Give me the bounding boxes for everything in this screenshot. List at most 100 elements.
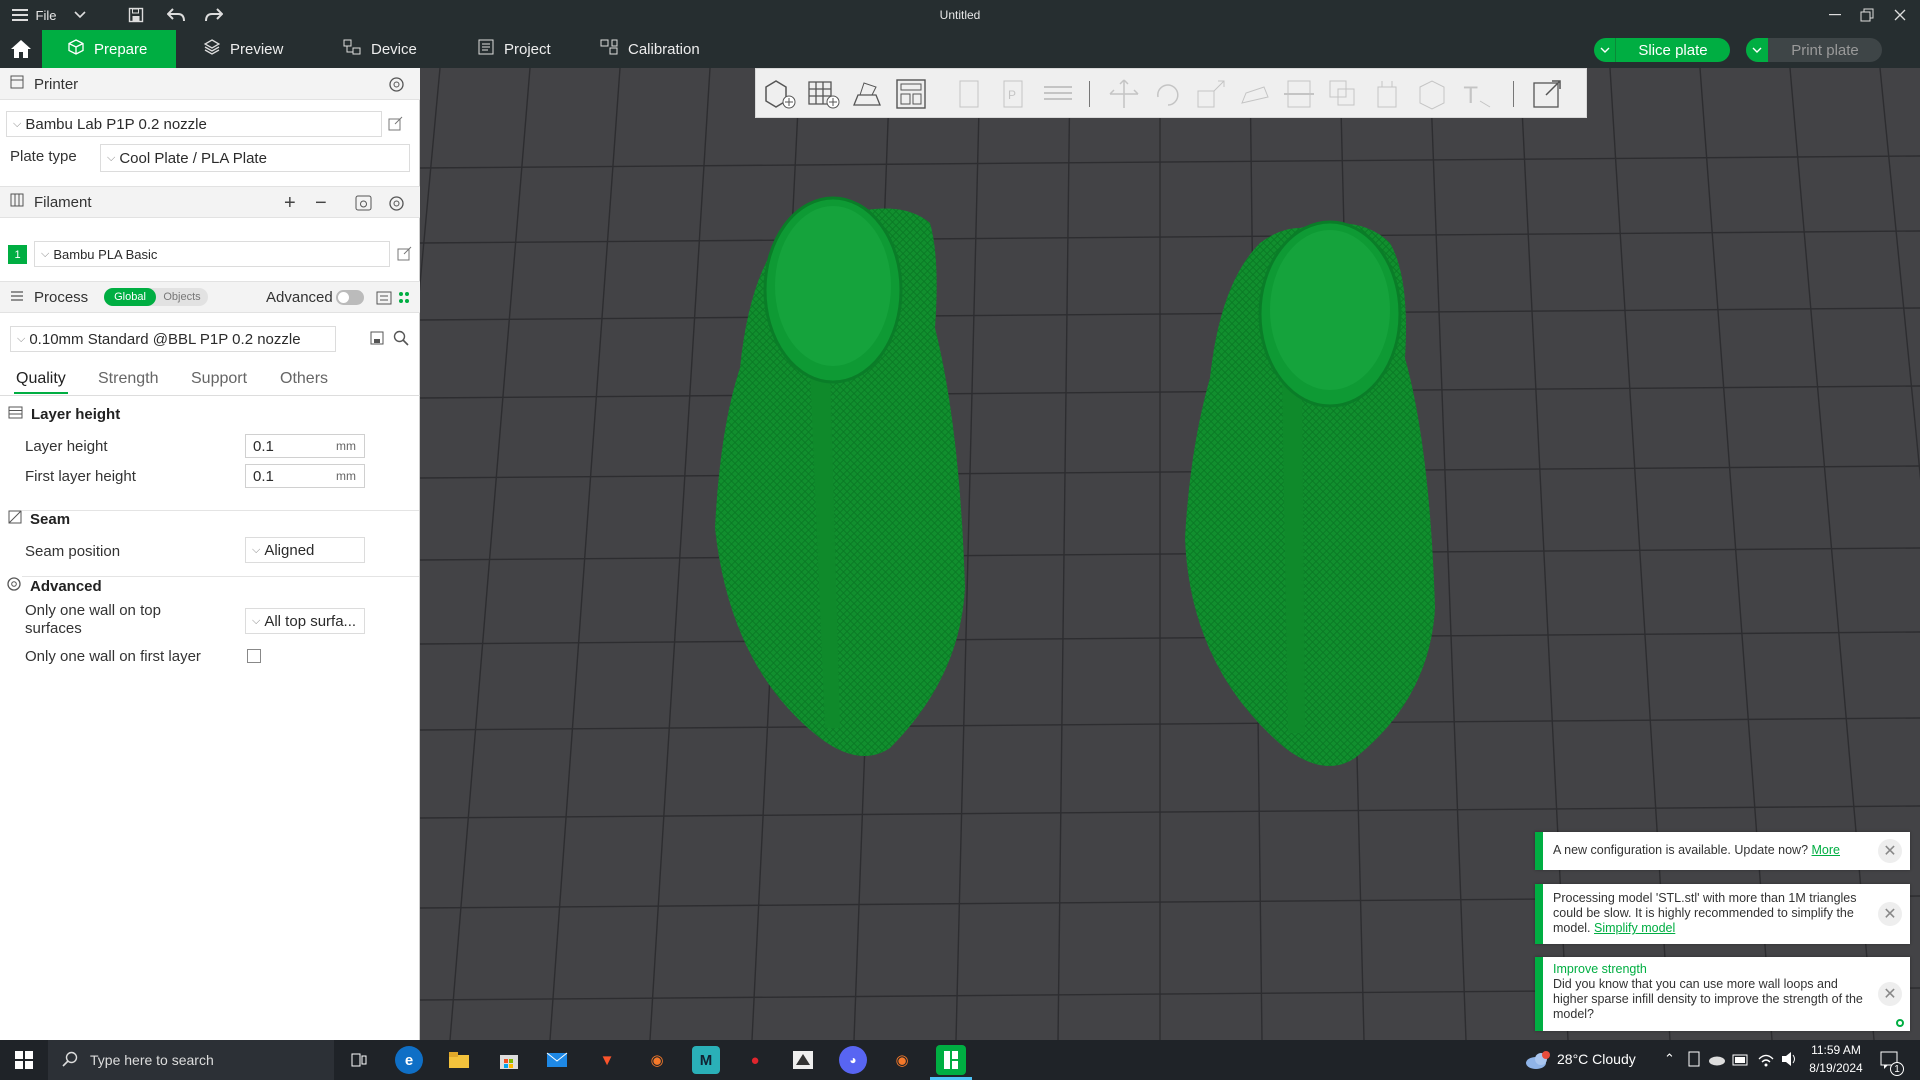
scale-icon[interactable]	[1194, 77, 1230, 111]
seam-position-select[interactable]: ⌵ Aligned	[245, 537, 365, 563]
tab-preview[interactable]: Preview	[203, 30, 283, 68]
process-grid-icon[interactable]	[397, 290, 411, 310]
remove-filament-icon[interactable]: −	[315, 192, 327, 215]
mail-icon[interactable]	[543, 1046, 571, 1074]
tab-project[interactable]: Project	[478, 30, 551, 68]
filament-color-swatch[interactable]: 1	[8, 245, 27, 264]
file-menu[interactable]: File	[34, 0, 58, 30]
windows-start-icon[interactable]	[10, 1046, 38, 1074]
blender-2-icon[interactable]: ◉	[888, 1046, 916, 1074]
discord-icon[interactable]: ◕	[839, 1046, 867, 1074]
filament-select[interactable]: ⌵ Bambu PLA Basic	[34, 241, 390, 267]
support-paint-icon[interactable]	[1370, 77, 1406, 111]
layer-height-input[interactable]: 0.1 mm	[245, 434, 365, 458]
slice-plate-button[interactable]: Slice plate	[1594, 38, 1730, 62]
tab-device[interactable]: Device	[343, 30, 417, 68]
chevron-up-icon[interactable]: ⌃	[1664, 1051, 1675, 1067]
wifi-icon[interactable]	[1757, 1051, 1775, 1070]
edit-printer-icon[interactable]	[388, 116, 403, 135]
onedrive-icon[interactable]	[1708, 1053, 1726, 1069]
volume-icon[interactable]	[1780, 1051, 1798, 1070]
lay-on-face-icon[interactable]	[1238, 77, 1274, 111]
notification-more-link[interactable]: More	[1812, 843, 1840, 857]
close-icon[interactable]: ✕	[1878, 902, 1902, 926]
plate-type-label: Plate type	[10, 148, 77, 165]
add-object-icon[interactable]	[762, 77, 798, 111]
close-icon[interactable]: ✕	[1878, 982, 1902, 1006]
printer-settings-icon[interactable]	[388, 76, 405, 97]
add-plate-icon[interactable]	[806, 77, 842, 111]
layers-editing-icon[interactable]	[1040, 77, 1076, 111]
seam-paint-icon[interactable]	[1414, 77, 1450, 111]
top-wall-select[interactable]: ⌵ All top surfa...	[245, 608, 365, 634]
tab-support[interactable]: Support	[191, 370, 247, 388]
maya-icon[interactable]: M	[692, 1046, 720, 1074]
network-drive-icon[interactable]	[1687, 1051, 1701, 1070]
undo-icon[interactable]	[166, 0, 186, 30]
task-view-icon[interactable]	[345, 1046, 373, 1074]
home-icon[interactable]	[6, 30, 36, 68]
microsoft-store-icon[interactable]	[495, 1046, 523, 1074]
top-wall-label-line2: surfaces	[25, 620, 82, 637]
file-explorer-icon[interactable]	[445, 1046, 473, 1074]
clock-time[interactable]: 11:59 AM	[1806, 1043, 1866, 1057]
redo-icon[interactable]	[204, 0, 224, 30]
chevron-down-icon[interactable]	[1594, 38, 1616, 62]
close-icon[interactable]	[1890, 0, 1910, 30]
app-red-icon[interactable]: ●	[741, 1046, 769, 1074]
zbrush-icon[interactable]	[789, 1046, 817, 1074]
viewport-toolbar: P T	[755, 68, 1587, 118]
split-objects-icon[interactable]	[952, 77, 988, 111]
search-icon[interactable]	[393, 330, 409, 350]
notification-simplify-link[interactable]: Simplify model	[1594, 921, 1675, 935]
print-plate-button[interactable]: Print plate	[1746, 38, 1882, 62]
chevron-down-icon[interactable]	[1746, 38, 1768, 62]
cut-icon[interactable]	[1282, 77, 1318, 111]
text-tool-icon[interactable]: T	[1458, 77, 1494, 111]
compare-presets-icon[interactable]	[376, 291, 392, 309]
first-layer-wall-checkbox[interactable]	[247, 649, 261, 663]
arrange-icon[interactable]	[894, 77, 930, 111]
close-icon[interactable]: ✕	[1878, 839, 1902, 863]
save-icon[interactable]	[126, 0, 146, 30]
tab-quality[interactable]: Quality	[16, 370, 66, 388]
auto-orient-icon[interactable]	[850, 77, 886, 111]
tab-others[interactable]: Others	[280, 370, 328, 388]
process-preset-select[interactable]: ⌵ 0.10mm Standard @BBL P1P 0.2 nozzle	[10, 326, 336, 352]
toggle-global[interactable]: Global	[104, 288, 156, 306]
move-icon[interactable]	[1106, 77, 1142, 111]
tab-strength[interactable]: Strength	[98, 370, 158, 388]
filament-sync-icon[interactable]	[355, 195, 372, 215]
printer-section-label: Printer	[34, 75, 79, 93]
save-preset-icon[interactable]	[370, 331, 384, 349]
battery-icon[interactable]	[1732, 1053, 1750, 1069]
edge-browser-icon[interactable]: e	[395, 1046, 423, 1074]
plate-type-select[interactable]: ⌵ Cool Plate / PLA Plate	[100, 144, 410, 172]
split-parts-icon[interactable]: P	[996, 77, 1032, 111]
printer-select[interactable]: ⌵ Bambu Lab P1P 0.2 nozzle	[6, 111, 382, 137]
brave-browser-icon[interactable]: ▼	[593, 1046, 621, 1074]
assembly-view-icon[interactable]	[1530, 77, 1566, 111]
rotate-icon[interactable]	[1150, 77, 1186, 111]
global-objects-toggle[interactable]: Global Objects	[104, 288, 208, 306]
advanced-toggle[interactable]	[336, 290, 364, 305]
weather-text[interactable]: 28°C Cloudy	[1557, 1051, 1636, 1067]
weather-cloud-icon[interactable]	[1524, 1050, 1552, 1073]
boolean-icon[interactable]	[1326, 77, 1362, 111]
taskbar-search-box[interactable]: Type here to search	[48, 1040, 334, 1080]
filament-settings-icon[interactable]	[388, 195, 405, 216]
next-tip-icon[interactable]	[1896, 1019, 1904, 1027]
tab-calibration[interactable]: Calibration	[600, 30, 700, 68]
blender-icon[interactable]: ◉	[643, 1046, 671, 1074]
hamburger-menu-icon[interactable]	[12, 0, 28, 30]
toggle-objects[interactable]: Objects	[156, 288, 208, 306]
first-layer-height-input[interactable]: 0.1 mm	[245, 464, 365, 488]
bambu-studio-icon[interactable]	[936, 1045, 966, 1075]
chevron-down-icon[interactable]	[72, 0, 88, 30]
restore-icon[interactable]	[1857, 0, 1877, 30]
edit-filament-icon[interactable]	[397, 246, 412, 265]
add-filament-icon[interactable]: +	[284, 192, 296, 215]
tab-prepare[interactable]: Prepare	[42, 30, 176, 68]
minimize-icon[interactable]	[1825, 0, 1845, 30]
clock-date[interactable]: 8/19/2024	[1806, 1061, 1866, 1075]
